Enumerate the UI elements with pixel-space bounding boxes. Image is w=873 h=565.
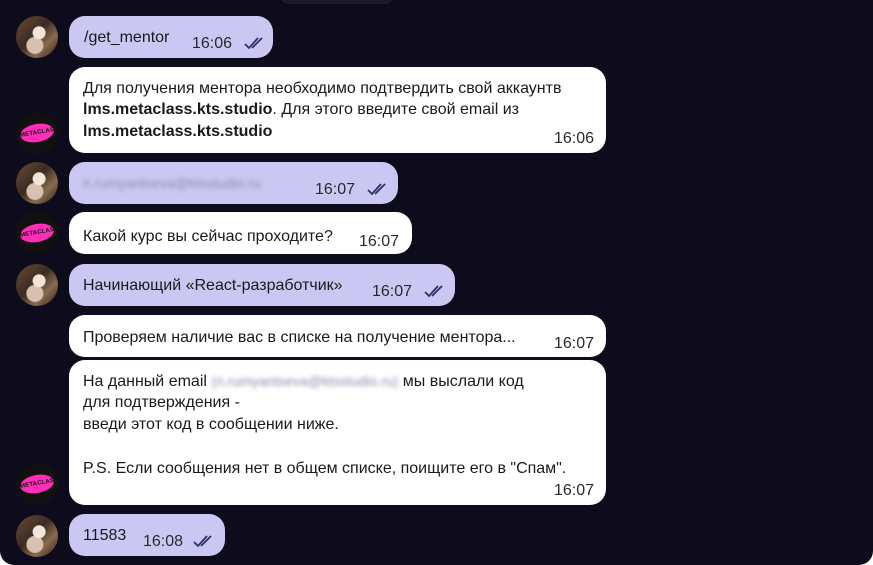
message-text: 11583 bbox=[83, 527, 127, 544]
incoming-message[interactable]: Проверяем наличие вас в списке на получе… bbox=[69, 315, 606, 357]
read-receipt-icon bbox=[244, 37, 263, 50]
message-time: 16:07 bbox=[359, 233, 400, 250]
message-time: 16:07 bbox=[554, 482, 595, 499]
bot-avatar[interactable]: METACLASS bbox=[16, 112, 58, 154]
metaclass-logo: METACLASS bbox=[18, 121, 58, 145]
outgoing-message[interactable]: 11583 16:08 bbox=[69, 514, 225, 556]
message-text: Начинающий «React-разработчик» bbox=[83, 277, 343, 294]
incoming-message[interactable]: Для получения ментора необходимо подтвер… bbox=[69, 67, 606, 153]
incoming-message[interactable]: На данный email (n.rumyantseva@ktsstudio… bbox=[69, 360, 606, 505]
metaclass-logo: METACLASS bbox=[18, 472, 58, 496]
message-time: 16:06 bbox=[554, 130, 595, 147]
outgoing-message[interactable]: n.rumyantseva@ktsstudio.ru 16:07 bbox=[69, 162, 398, 204]
message-text: /get_mentor bbox=[84, 29, 170, 46]
message-time: 16:08 bbox=[143, 533, 184, 550]
user-avatar[interactable] bbox=[16, 515, 58, 557]
message-time: 16:07 bbox=[315, 181, 356, 198]
link-text: lms.metaclass.kts.studio bbox=[83, 123, 273, 140]
top-handle bbox=[282, 0, 392, 4]
read-receipt-icon bbox=[193, 535, 212, 548]
bot-avatar[interactable]: METACLASS bbox=[16, 212, 58, 254]
blurred-email: (n.rumyantseva@ktsstudio.ru) bbox=[211, 373, 399, 389]
message-text-line: введи этот код в сообщении ниже. bbox=[83, 416, 339, 433]
link-text: lms.metaclass.kts.studio bbox=[83, 101, 273, 118]
bot-avatar[interactable]: METACLASS bbox=[16, 463, 58, 505]
incoming-message[interactable]: Какой курс вы сейчас проходите? 16:07 bbox=[69, 212, 412, 254]
chat-view: /get_mentor 16:06 METACLASS Для получени… bbox=[0, 0, 873, 565]
user-avatar[interactable] bbox=[16, 16, 58, 58]
message-time: 16:07 bbox=[372, 283, 413, 300]
blurred-email: n.rumyantseva@ktsstudio.ru bbox=[83, 175, 261, 191]
read-receipt-icon bbox=[424, 285, 443, 298]
read-receipt-icon bbox=[367, 183, 386, 196]
outgoing-message[interactable]: /get_mentor 16:06 bbox=[69, 16, 273, 58]
outgoing-message[interactable]: Начинающий «React-разработчик» 16:07 bbox=[69, 264, 455, 306]
user-avatar[interactable] bbox=[16, 264, 58, 306]
message-time: 16:06 bbox=[192, 35, 233, 52]
message-time: 16:07 bbox=[554, 335, 595, 352]
metaclass-logo: METACLASS bbox=[18, 221, 58, 245]
message-text-line: На данный email (n.rumyantseva@ktsstudio… bbox=[83, 373, 524, 390]
message-text: Проверяем наличие вас в списке на получе… bbox=[83, 329, 516, 346]
message-text-line: lms.metaclass.kts.studio. Для этого введ… bbox=[83, 101, 519, 118]
message-text-line: для подтверждения - bbox=[83, 394, 240, 411]
message-text-line: Для получения ментора необходимо подтвер… bbox=[83, 80, 562, 97]
user-avatar[interactable] bbox=[16, 162, 58, 204]
message-text: Какой курс вы сейчас проходите? bbox=[83, 228, 333, 245]
message-text-line: P.S. Если сообщения нет в общем списке, … bbox=[83, 460, 567, 477]
